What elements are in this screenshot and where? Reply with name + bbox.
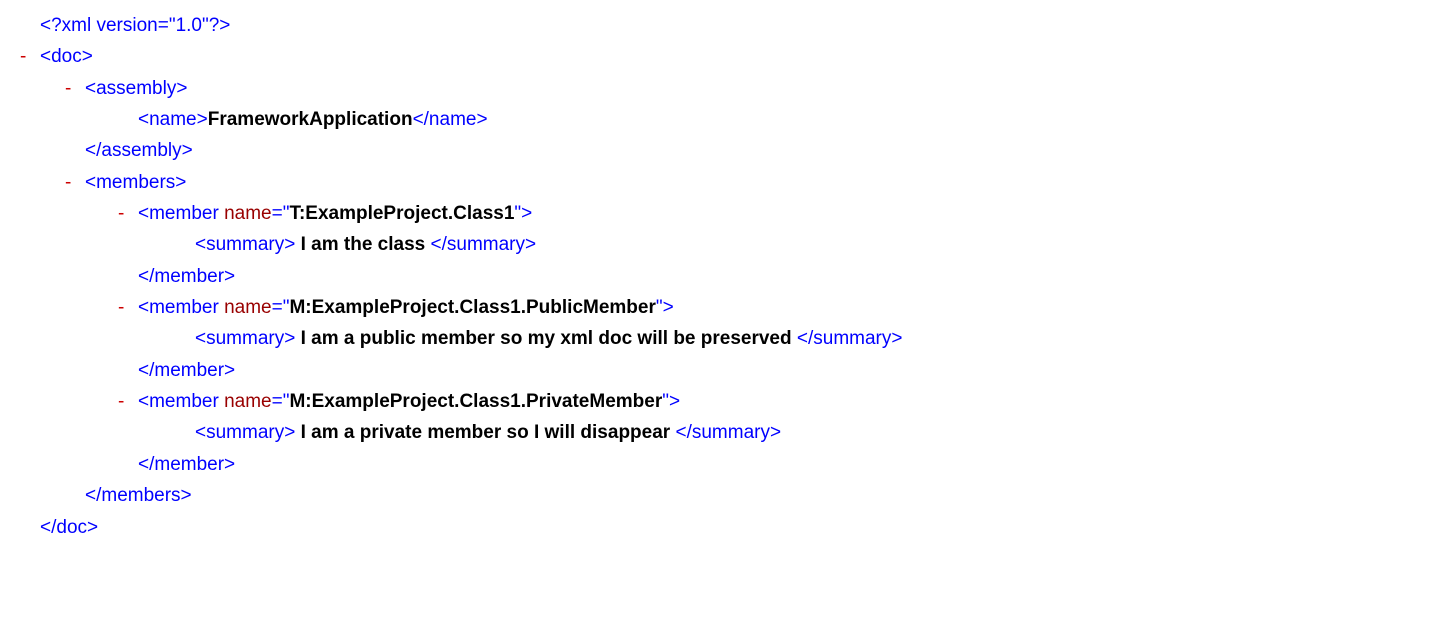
member-close-line: </member> — [0, 261, 1432, 292]
member-tag-open: <member — [138, 203, 224, 224]
summary-close: </summary> — [431, 234, 537, 255]
summary-open: <summary> — [195, 234, 295, 255]
attr-name: name — [224, 203, 272, 224]
xml-declaration: <?xml version="1.0"?> — [0, 10, 1432, 41]
name-open: <name> — [138, 109, 208, 130]
summary-close: </summary> — [797, 328, 903, 349]
doc-open-line: - <doc> — [0, 41, 1432, 72]
members-close: </members> — [85, 485, 192, 506]
doc-close-line: </doc> — [0, 512, 1432, 543]
tag-end: > — [663, 297, 674, 318]
attr-eq: = — [272, 297, 283, 318]
member-close: </member> — [138, 360, 235, 381]
member-close: </member> — [138, 454, 235, 475]
name-close: </name> — [413, 109, 488, 130]
attr-name: name — [224, 297, 272, 318]
attr-quote: " — [662, 391, 669, 412]
summary-close: </summary> — [675, 422, 781, 443]
summary-text: I am a private member so I will disappea… — [301, 422, 671, 443]
collapse-toggle[interactable]: - — [20, 41, 26, 72]
member-tag-open: <member — [138, 391, 224, 412]
attr-name: name — [224, 391, 272, 412]
tag-end: > — [521, 203, 532, 224]
collapse-toggle[interactable]: - — [118, 198, 124, 229]
collapse-toggle[interactable]: - — [65, 167, 71, 198]
member-tag-open: <member — [138, 297, 224, 318]
assembly-open-line: - <assembly> — [0, 73, 1432, 104]
doc-open: <doc> — [40, 46, 93, 67]
attr-eq: = — [272, 203, 283, 224]
assembly-close: </assembly> — [85, 140, 193, 161]
attr-quote: " — [656, 297, 663, 318]
members-open-line: - <members> — [0, 167, 1432, 198]
member-name-value: M:ExampleProject.Class1.PublicMember — [289, 297, 655, 318]
member-close-line: </member> — [0, 355, 1432, 386]
members-close-line: </members> — [0, 480, 1432, 511]
member-close: </member> — [138, 266, 235, 287]
collapse-toggle[interactable]: - — [65, 73, 71, 104]
collapse-toggle[interactable]: - — [118, 386, 124, 417]
summary-text: I am a public member so my xml doc will … — [301, 328, 792, 349]
summary-line: <summary> I am a private member so I wil… — [0, 417, 1432, 448]
members-open: <members> — [85, 172, 186, 193]
tag-end: > — [669, 391, 680, 412]
xml-decl-text: <?xml version="1.0"?> — [40, 15, 230, 36]
assembly-close-line: </assembly> — [0, 135, 1432, 166]
member-open-line: - <member name="T:ExampleProject.Class1"… — [0, 198, 1432, 229]
summary-line: <summary> I am the class </summary> — [0, 229, 1432, 260]
summary-line: <summary> I am a public member so my xml… — [0, 323, 1432, 354]
summary-open: <summary> — [195, 422, 295, 443]
name-line: <name>FrameworkApplication</name> — [0, 104, 1432, 135]
member-name-value: T:ExampleProject.Class1 — [289, 203, 514, 224]
doc-close: </doc> — [40, 517, 98, 538]
collapse-toggle[interactable]: - — [118, 292, 124, 323]
assembly-open: <assembly> — [85, 78, 187, 99]
member-name-value: M:ExampleProject.Class1.PrivateMember — [289, 391, 662, 412]
member-close-line: </member> — [0, 449, 1432, 480]
member-open-line: - <member name= "M:ExampleProject.Class1.… — [0, 386, 1432, 417]
assembly-name-value: FrameworkApplication — [208, 109, 413, 130]
attr-eq: = — [272, 391, 283, 412]
summary-open: <summary> — [195, 328, 295, 349]
member-open-line: - <member name= "M:ExampleProject.Class1.… — [0, 292, 1432, 323]
summary-text: I am the class — [301, 234, 426, 255]
